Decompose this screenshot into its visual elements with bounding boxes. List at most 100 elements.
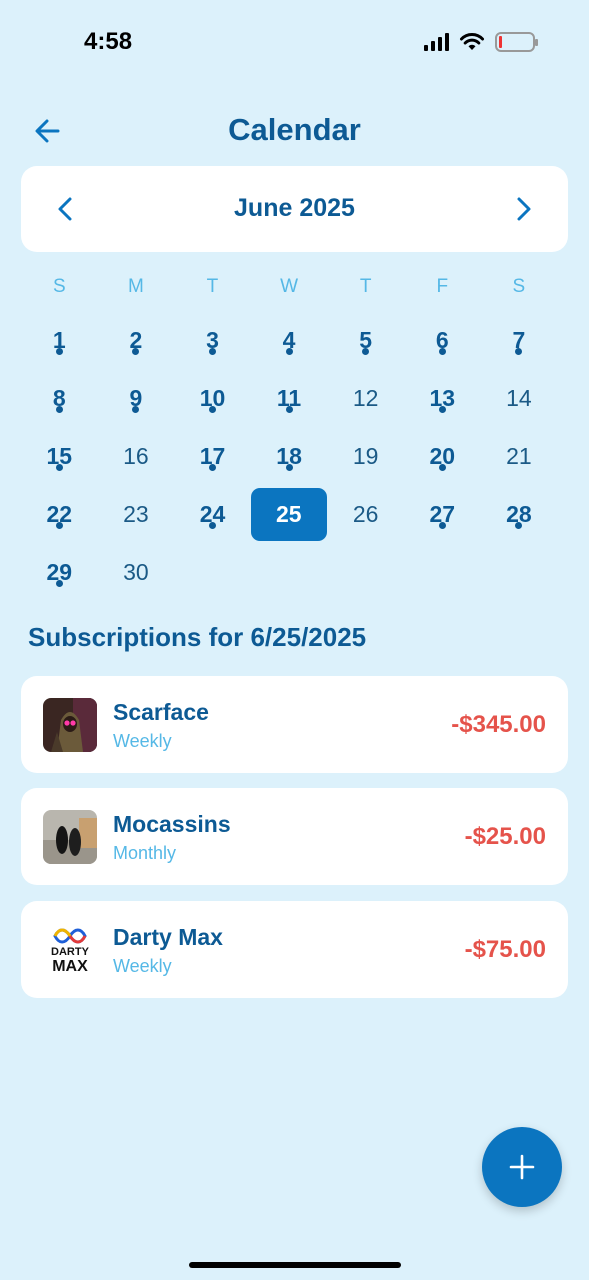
darty-max-logo: DARTY MAX [43,923,97,977]
subscription-dot [438,406,446,413]
weekday-label: T [359,276,372,297]
logo-text-darty: DARTY [51,946,90,958]
subscription-dot [285,348,293,355]
subscription-dot [55,348,63,355]
battery-icon [495,32,538,52]
calendar-day[interactable]: 1 [21,312,98,370]
subscription-name: Scarface [113,699,209,725]
day-number: 16 [123,443,149,469]
weekday-label: T [206,276,219,297]
subscription-frequency: Monthly [113,843,177,863]
subscription-dot [438,348,446,355]
calendar-day[interactable]: 2 [98,312,175,370]
status-time: 4:58 [84,28,133,55]
calendar-day[interactable]: 5 [327,312,404,370]
add-subscription-button[interactable] [482,1127,562,1207]
calendar-day[interactable]: 6 [404,312,481,370]
weekday-label: W [280,276,299,297]
cellular-signal-icon [424,33,449,51]
calendar-day[interactable]: 28 [481,486,558,544]
calendar-day[interactable]: 16 [98,428,175,486]
weekday-label: S [52,276,66,297]
poster-image [43,698,97,752]
shoes-image [43,810,97,864]
day-number: 12 [352,385,379,411]
calendar-day[interactable]: 11 [251,370,328,428]
day-number: 26 [352,501,379,527]
subscription-dot [438,522,446,529]
subscription-dot [285,464,293,471]
weekday-header: S M T W T F S [21,276,557,298]
subscription-dot [208,406,216,413]
subscription-card[interactable]: Mocassins Monthly -$25.00 [21,788,568,885]
wifi-icon [460,33,484,50]
calendar-day[interactable]: 18 [251,428,328,486]
calendar-day[interactable]: 21 [481,428,558,486]
subscription-dot [515,348,523,355]
status-icons [424,32,538,52]
subscription-dot [208,348,216,355]
day-number: 30 [123,559,149,585]
next-month-button[interactable] [508,194,538,224]
calendar-day[interactable]: 22 [21,486,98,544]
subscription-dot [55,464,63,471]
calendar-day[interactable]: 3 [174,312,251,370]
subscription-dot [132,348,140,355]
calendar-day-selected[interactable]: 25 [250,488,327,541]
calendar-day[interactable]: 19 [327,428,404,486]
calendar-day[interactable]: 10 [174,370,251,428]
subscription-dot [208,464,216,471]
day-number: 19 [352,443,379,469]
calendar-day[interactable]: 7 [481,312,558,370]
subscription-dot [362,348,370,355]
subscription-amount: -$75.00 [464,936,546,963]
day-number: 23 [123,501,149,527]
subscription-amount: -$25.00 [464,823,546,850]
subscription-card[interactable]: Scarface Weekly -$345.00 [21,676,568,773]
subscription-dot [208,522,216,529]
calendar-day[interactable]: 27 [404,486,481,544]
day-number: 21 [506,443,532,469]
calendar-day[interactable]: 20 [404,428,481,486]
calendar-day[interactable]: 30 [98,544,175,602]
subscription-dot [438,464,446,471]
subscription-frequency: Weekly [113,731,172,751]
weekday-label: M [127,276,144,297]
plus-icon [509,1154,535,1180]
subscription-dot [132,406,140,413]
subscription-dot [55,580,63,587]
calendar-day[interactable]: 15 [21,428,98,486]
subscription-card[interactable]: DARTY MAX Darty Max Weekly -$75.00 [21,901,568,998]
logo-text-max: MAX [52,958,88,975]
calendar-grid: 1 2 3 4 5 6 7 8 9 10 11 12 13 14 15 16 17 18 19 20 21 22 23 24 2… [21,312,557,602]
subscription-dot [285,406,293,413]
calendar-day[interactable]: 13 [404,370,481,428]
day-number: 25 [275,501,302,527]
subscription-dot [55,522,63,529]
page-title: Calendar [228,112,361,147]
subscription-name: Darty Max [113,924,223,950]
calendar-day[interactable]: 4 [251,312,328,370]
calendar-day[interactable]: 12 [327,370,404,428]
subscription-amount: -$345.00 [451,711,546,738]
weekday-label: F [436,276,449,297]
calendar-day[interactable]: 23 [98,486,175,544]
subscription-dot [55,406,63,413]
calendar-day[interactable]: 17 [174,428,251,486]
calendar-day[interactable]: 9 [98,370,175,428]
weekday-label: S [512,276,526,297]
subscription-dot [515,522,523,529]
chevron-right-icon [517,197,531,221]
day-number: 14 [506,385,532,411]
home-indicator [189,1262,401,1268]
calendar-day[interactable]: 24 [174,486,251,544]
calendar-day[interactable]: 8 [21,370,98,428]
subscription-name: Mocassins [113,811,231,837]
month-selector: June 2025 [21,166,568,252]
calendar-day[interactable]: 29 [21,544,98,602]
subscriptions-title: Subscriptions for 6/25/2025 [28,622,367,652]
calendar-day[interactable]: 26 [327,486,404,544]
subscription-frequency: Weekly [113,956,172,976]
month-label: June 2025 [234,194,355,222]
calendar-day[interactable]: 14 [481,370,558,428]
